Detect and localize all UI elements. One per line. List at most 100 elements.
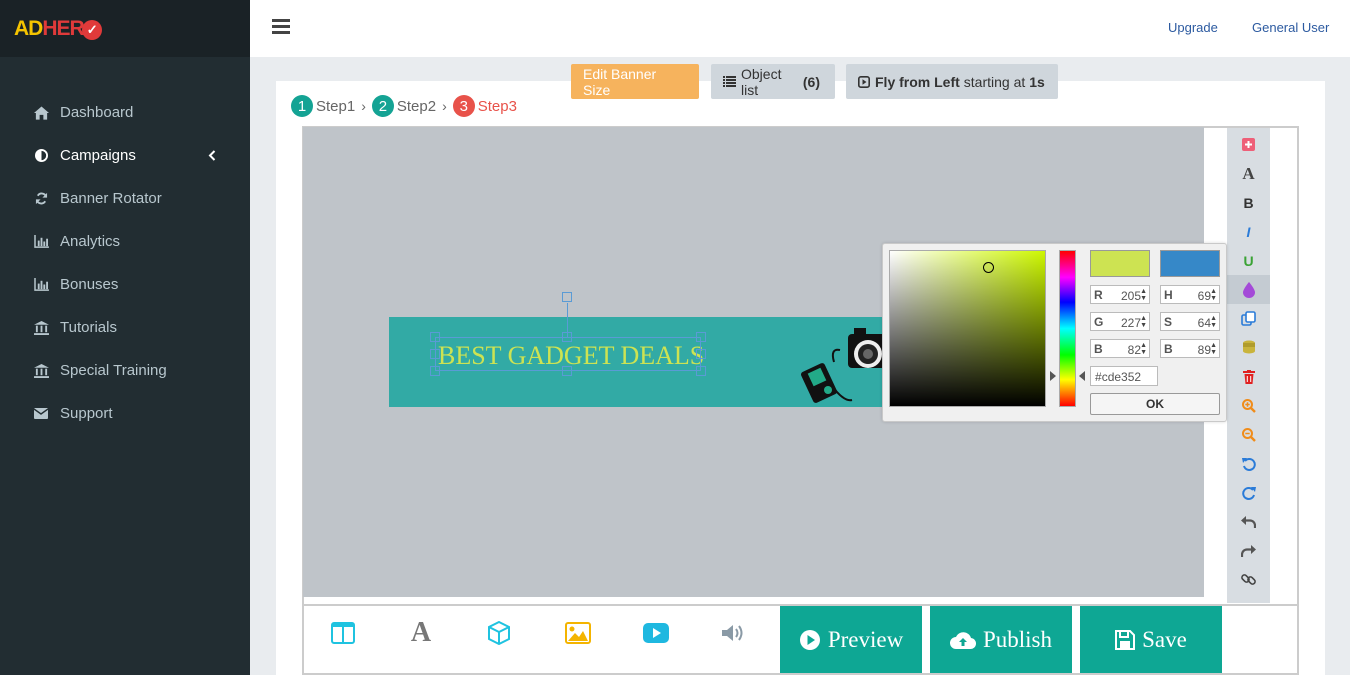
sidebar-item-dashboard[interactable]: Dashboard <box>0 91 250 134</box>
edit-banner-size-button[interactable]: Edit Banner Size <box>571 64 699 99</box>
step-3-label[interactable]: Step3 <box>478 98 517 115</box>
cube-icon[interactable] <box>484 618 514 648</box>
add-element-icon[interactable] <box>1227 130 1270 159</box>
sidebar-item-campaigns[interactable]: Campaigns <box>0 134 250 177</box>
sidebar-item-label: Tutorials <box>60 319 117 336</box>
resize-handle[interactable] <box>430 366 440 376</box>
top-header: Upgrade General User <box>250 0 1350 57</box>
font-icon[interactable]: A <box>1227 159 1270 188</box>
zoom-in-icon[interactable] <box>1227 391 1270 420</box>
sidebar-item-label: Banner Rotator <box>60 190 162 207</box>
resize-handle[interactable] <box>696 366 706 376</box>
saturation-value: 64 <box>1197 316 1211 330</box>
step-2-number[interactable]: 2 <box>371 95 394 117</box>
blue-field[interactable]: B 82 ▲ ▼ <box>1090 339 1150 358</box>
red-field[interactable]: R 205 ▲ ▼ <box>1090 285 1150 304</box>
zoom-out-icon[interactable] <box>1227 420 1270 449</box>
user-menu-link[interactable]: General User <box>1252 20 1329 35</box>
spinner-icon[interactable]: ▲ ▼ <box>1140 288 1147 302</box>
rotate-left-icon[interactable] <box>1227 449 1270 478</box>
bar-chart-icon <box>33 277 49 293</box>
step-1-label[interactable]: Step1 <box>316 98 355 115</box>
resize-handle[interactable] <box>562 332 572 342</box>
logo-ad: AD <box>14 16 43 40</box>
spinner-icon[interactable]: ▲ ▼ <box>1210 315 1217 329</box>
step-3-number[interactable]: 3 <box>452 95 475 117</box>
publish-button[interactable]: Publish <box>930 606 1072 673</box>
sidebar-item-label: Bonuses <box>60 276 119 293</box>
sidebar-item-tutorials[interactable]: Tutorials <box>0 306 250 349</box>
saturation-field[interactable]: S 64 ▲ ▼ <box>1160 312 1220 331</box>
hue-arrow-left-icon[interactable] <box>1050 371 1056 381</box>
sidebar-item-support[interactable]: Support <box>0 392 250 435</box>
original-color-swatch[interactable] <box>1160 250 1220 277</box>
audio-icon[interactable] <box>718 618 748 648</box>
blue-value: 82 <box>1127 343 1141 357</box>
video-icon[interactable] <box>641 618 671 648</box>
italic-icon[interactable]: I <box>1227 217 1270 246</box>
sidebar-item-label: Special Training <box>60 362 167 379</box>
envelope-icon <box>33 406 49 422</box>
link-icon[interactable] <box>1227 565 1270 594</box>
bank-icon <box>33 363 49 379</box>
bar-chart-icon <box>33 234 49 250</box>
green-value: 227 <box>1120 316 1141 330</box>
refresh-icon <box>33 191 49 207</box>
spinner-icon[interactable]: ▲ ▼ <box>1140 315 1147 329</box>
hue-field[interactable]: H 69 ▲ ▼ <box>1160 285 1220 304</box>
color-cursor[interactable] <box>983 262 994 273</box>
object-list-count: (6) <box>802 73 820 90</box>
green-field[interactable]: G 227 ▲ ▼ <box>1090 312 1150 331</box>
spinner-icon[interactable]: ▲ ▼ <box>1210 342 1217 356</box>
logo[interactable]: ADHER ✓ <box>14 17 102 41</box>
floppy-icon <box>1115 629 1136 650</box>
trash-icon[interactable] <box>1227 362 1270 391</box>
hex-field[interactable]: #cde352 <box>1090 366 1158 386</box>
menu-toggle-icon[interactable] <box>272 19 290 35</box>
saturation-brightness-area[interactable] <box>889 250 1046 407</box>
rotate-handle[interactable] <box>562 292 572 302</box>
resize-handle[interactable] <box>696 332 706 342</box>
redo-icon[interactable] <box>1227 536 1270 565</box>
hue-arrow-right-icon[interactable] <box>1079 371 1085 381</box>
sidebar-item-analytics[interactable]: Analytics <box>0 220 250 263</box>
resize-handle[interactable] <box>430 349 440 359</box>
resize-handle[interactable] <box>696 349 706 359</box>
bold-icon[interactable]: B <box>1227 188 1270 217</box>
animation-button[interactable]: Fly from Left starting at 1s <box>846 64 1058 99</box>
layout-icon[interactable] <box>328 618 358 648</box>
color-drop-icon[interactable] <box>1227 275 1270 304</box>
hue-value: 69 <box>1197 289 1211 303</box>
logo-hero: HER <box>42 16 84 40</box>
sidebar-item-banner-rotator[interactable]: Banner Rotator <box>0 177 250 220</box>
resize-handle[interactable] <box>430 332 440 342</box>
spinner-icon[interactable]: ▲ ▼ <box>1210 288 1217 302</box>
hue-slider[interactable] <box>1059 250 1076 407</box>
underline-icon[interactable]: U <box>1227 246 1270 275</box>
sidebar-item-bonuses[interactable]: Bonuses <box>0 263 250 306</box>
sidebar-item-label: Analytics <box>60 233 121 250</box>
logo-mark-icon: ✓ <box>81 19 102 40</box>
object-list-button[interactable]: Object list (6) <box>711 64 835 99</box>
spinner-icon[interactable]: ▲ ▼ <box>1140 342 1147 356</box>
save-label: Save <box>1142 626 1187 652</box>
chevron-left-icon <box>208 148 216 164</box>
color-ok-button[interactable]: OK <box>1090 393 1220 415</box>
step-2-label[interactable]: Step2 <box>397 98 436 115</box>
sidebar-item-special-training[interactable]: Special Training <box>0 349 250 392</box>
rotate-right-icon[interactable] <box>1227 478 1270 507</box>
text-icon[interactable]: A <box>406 617 436 648</box>
duplicate-icon[interactable] <box>1227 304 1270 333</box>
layers-icon[interactable] <box>1227 333 1270 362</box>
undo-icon[interactable] <box>1227 507 1270 536</box>
adjust-icon <box>33 148 49 164</box>
image-icon[interactable] <box>563 618 593 648</box>
upgrade-link[interactable]: Upgrade <box>1168 20 1218 35</box>
resize-handle[interactable] <box>562 366 572 376</box>
save-button[interactable]: Save <box>1080 606 1222 673</box>
brightness-field[interactable]: B 89 ▲ ▼ <box>1160 339 1220 358</box>
preview-button[interactable]: Preview <box>780 606 922 673</box>
gadget-image[interactable] <box>800 322 882 408</box>
animation-effect: Fly from Left <box>875 73 960 90</box>
step-1-number[interactable]: 1 <box>291 95 313 117</box>
